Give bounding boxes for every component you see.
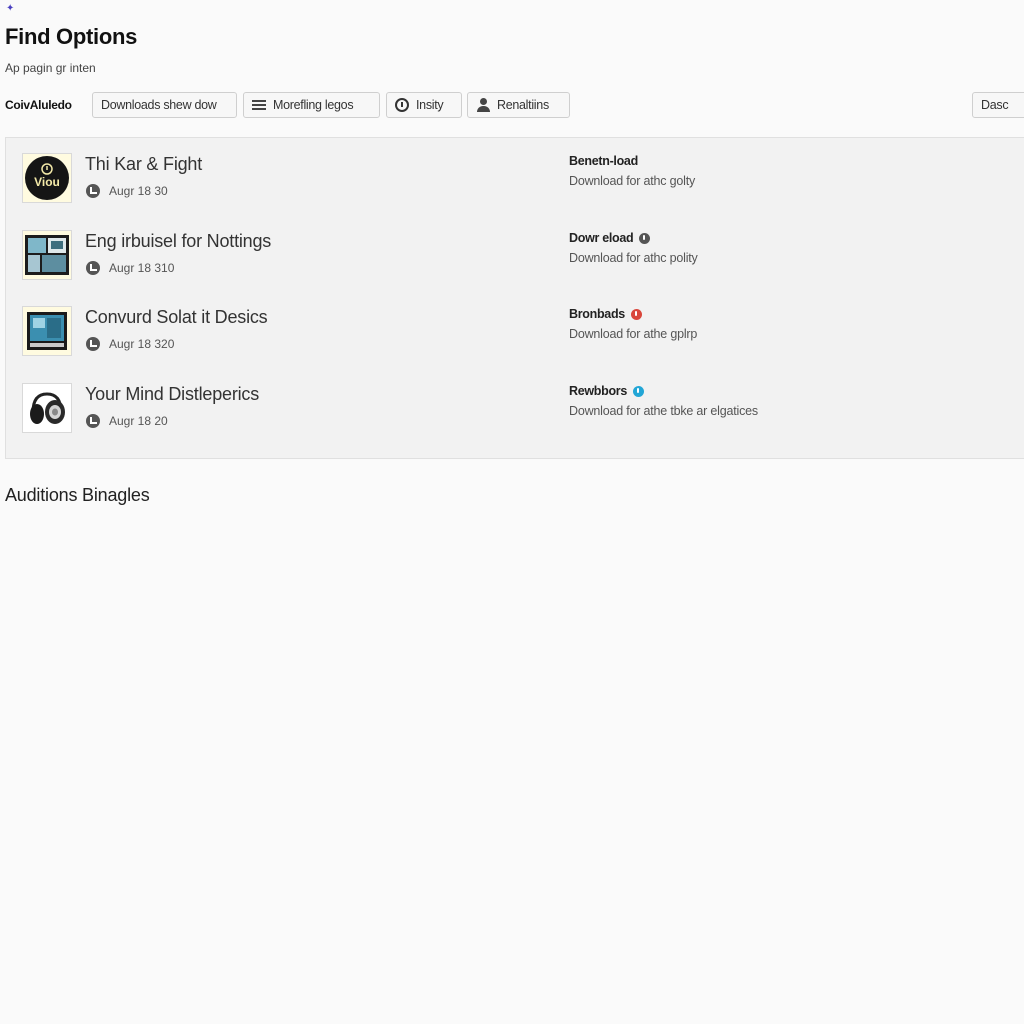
- download-link-label: Benetn-load: [569, 154, 638, 168]
- download-description: Download for athc polity: [569, 251, 698, 265]
- item-date: Augr 18 30: [109, 184, 168, 198]
- downloads-button[interactable]: Downloads shew dow: [92, 92, 237, 118]
- list-item[interactable]: Eng irbuisel for Nottings Augr 18 310 Do…: [6, 215, 1024, 291]
- download-link-label: Bronbads: [569, 307, 625, 321]
- results-list: Viou Thi Kar & Fight Augr 18 30 Benetn-l…: [5, 137, 1024, 459]
- download-link-label: Dowr eload: [569, 231, 634, 245]
- alert-badge-icon: [630, 308, 642, 320]
- info-badge-icon: [633, 385, 645, 397]
- item-title[interactable]: Thi Kar & Fight: [85, 154, 202, 175]
- modeling-button[interactable]: Morefling legos: [243, 92, 380, 118]
- item-date: Augr 18 320: [109, 337, 175, 351]
- desc-button-label: Dasc: [981, 98, 1009, 112]
- download-link-label: Rewbbors: [569, 384, 628, 398]
- app-mark-icon: ✦: [6, 3, 15, 14]
- clock-icon: [86, 414, 100, 428]
- download-description: Download for athe gplrp: [569, 327, 698, 341]
- renaltiins-button-label: Renaltiins: [497, 98, 549, 112]
- toolbar: CoivAluledo Downloads shew dow Morefling…: [5, 91, 1024, 119]
- downloads-button-label: Downloads shew dow: [101, 98, 217, 112]
- download-link[interactable]: Benetn-load: [569, 154, 638, 168]
- item-date: Augr 18 20: [109, 414, 168, 428]
- thumbnail: [22, 306, 72, 356]
- section-title: Auditions Binagles: [5, 485, 150, 505]
- menu-icon: [252, 100, 266, 110]
- thumbnail: [22, 230, 72, 280]
- screen-icon: [27, 312, 67, 350]
- insity-button-label: Insity: [416, 98, 444, 112]
- item-title[interactable]: Convurd Solat it Desics: [85, 307, 268, 328]
- viou-logo-icon: Viou: [25, 156, 69, 200]
- thumbnail: [22, 383, 72, 433]
- list-item[interactable]: Viou Thi Kar & Fight Augr 18 30 Benetn-l…: [6, 138, 1024, 214]
- clock-icon: [86, 184, 100, 198]
- item-title[interactable]: Eng irbuisel for Nottings: [85, 231, 271, 252]
- info-circle-icon: [395, 98, 409, 112]
- info-badge-icon: [639, 232, 651, 244]
- headphones-icon: [30, 392, 65, 424]
- list-item[interactable]: Convurd Solat it Desics Augr 18 320 Bron…: [6, 291, 1024, 367]
- thumbnail: Viou: [22, 153, 72, 203]
- download-link[interactable]: Rewbbors: [569, 384, 645, 398]
- download-link[interactable]: Bronbads: [569, 307, 642, 321]
- list-item[interactable]: Your Mind Distleperics Augr 18 20 Rewbbo…: [6, 368, 1024, 444]
- person-icon: [476, 98, 490, 112]
- toolbar-label: CoivAluledo: [5, 98, 72, 112]
- desc-button[interactable]: Dasc: [972, 92, 1024, 118]
- clock-icon: [86, 337, 100, 351]
- download-link[interactable]: Dowr eload: [569, 231, 651, 245]
- page-title: Find Options: [5, 24, 138, 49]
- download-description: Download for athc golty: [569, 174, 696, 188]
- insity-button[interactable]: Insity: [386, 92, 462, 118]
- download-description: Download for athe tbke ar elgatices: [569, 404, 758, 418]
- svg-text:Viou: Viou: [34, 175, 60, 189]
- modeling-button-label: Morefling legos: [273, 98, 354, 112]
- clock-icon: [86, 261, 100, 275]
- item-title[interactable]: Your Mind Distleperics: [85, 384, 259, 405]
- gallery-icon: [25, 235, 69, 275]
- page-subtitle: Ap pagin gr inten: [5, 61, 96, 75]
- item-date: Augr 18 310: [109, 261, 175, 275]
- renaltiins-button[interactable]: Renaltiins: [467, 92, 570, 118]
